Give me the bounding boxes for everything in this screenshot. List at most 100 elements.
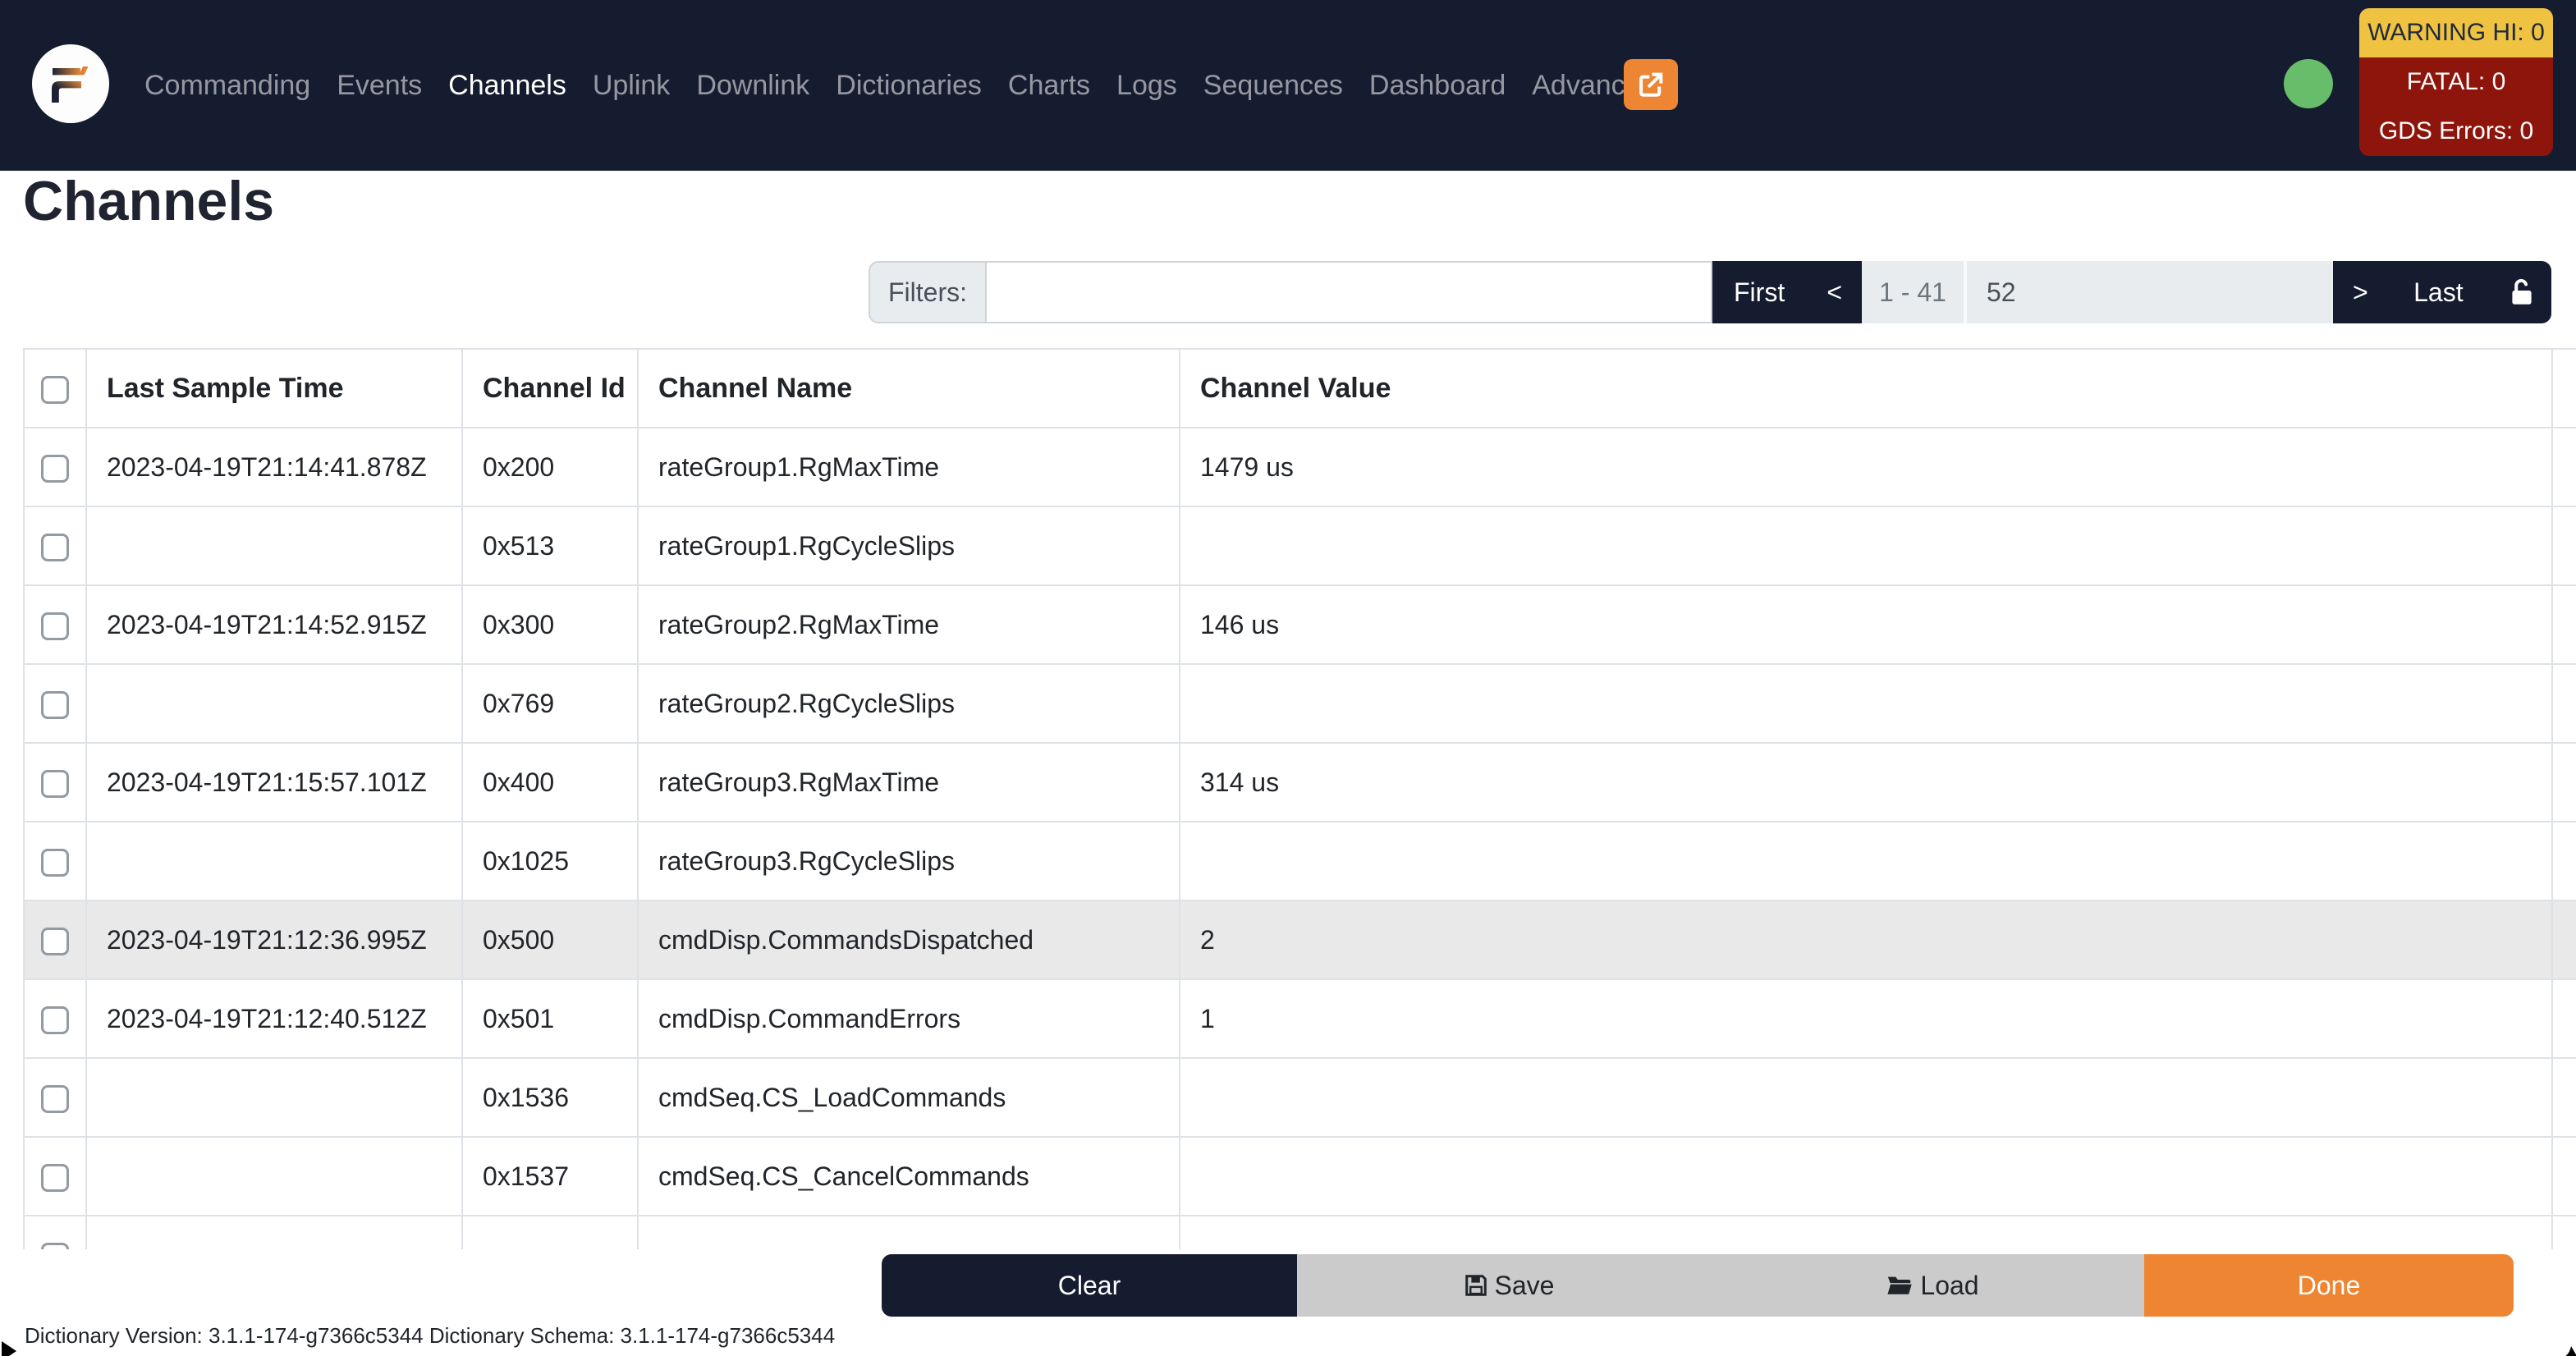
pagination-range: 1 - 41: [1862, 261, 1967, 323]
channel-id-cell: 0x1536: [461, 1057, 639, 1138]
mouse-cursor: [2565, 1346, 2576, 1356]
row-checkbox[interactable]: [41, 533, 69, 561]
pagination-next-button[interactable]: >: [2353, 277, 2368, 308]
nav-item-logs[interactable]: Logs: [1103, 70, 1190, 102]
channel-id-cell: 0x501: [461, 978, 639, 1059]
pagination-left: First <: [1712, 261, 1862, 323]
pagination-last-button[interactable]: Last: [2413, 277, 2463, 308]
header-channel-value: Channel Value: [1179, 348, 2553, 428]
channels-table-wrap: Last Sample Time Channel Id Channel Name…: [0, 348, 2576, 1249]
channels-table: Last Sample Time Channel Id Channel Name…: [23, 348, 2576, 1249]
unlock-icon[interactable]: [2509, 277, 2535, 307]
select-all-checkbox[interactable]: [41, 375, 69, 404]
row-checkbox[interactable]: [41, 1084, 69, 1113]
row-checkbox[interactable]: [41, 927, 69, 955]
channel-id-cell: 0x300: [461, 584, 639, 665]
filters-label: Filters:: [869, 261, 987, 323]
fprime-logo: [32, 44, 109, 123]
last-sample-time-cell: 2023-04-19T21:12:40.512Z: [85, 978, 463, 1059]
last-sample-time-cell: 2023-04-19T21:14:52.915Z: [85, 584, 463, 665]
dictionary-version-text: Dictionary Version: 3.1.1-174-g7366c5344…: [25, 1323, 836, 1348]
status-badge-stack: WARNING HI: 0 FATAL: 0 GDS Errors: 0: [2359, 8, 2553, 156]
external-link-icon: [1639, 72, 1663, 97]
filters-input[interactable]: [987, 261, 1712, 323]
table-row: 2023-04-19T21:12:40.512Z 0x501 cmdDisp.Com…: [23, 978, 2576, 1059]
nav-item-downlink[interactable]: Downlink: [683, 70, 823, 102]
table-row: 2023-04-19T21:14:41.878Z 0x200 rateGroup1.…: [23, 427, 2576, 507]
row-checkbox[interactable]: [41, 1242, 69, 1249]
channel-id-cell: 0x769: [461, 663, 639, 744]
table-row: 2023-04-19T21:15:57.101Z 0x400 rateGroup3.…: [23, 742, 2576, 822]
header-channel-name: Channel Name: [637, 348, 1180, 428]
table-row: 2023-04-19T21:12:36.995Z 0x500 cmdDisp.Com…: [23, 900, 2576, 980]
row-checkbox[interactable]: [41, 1006, 69, 1034]
last-sample-time-cell: 2023-04-19T21:12:36.995Z: [85, 900, 463, 980]
row-checkbox[interactable]: [41, 769, 69, 798]
header-channel-id: Channel Id: [461, 348, 639, 428]
last-sample-time-cell: 2023-04-19T21:15:57.101Z: [85, 742, 463, 822]
load-folder-icon: [1887, 1276, 1913, 1294]
channel-name-cell: rateGroup2.RgCycleSlips: [637, 663, 1180, 744]
nav-item-dashboard[interactable]: Dashboard: [1356, 70, 1519, 102]
channel-name-cell: rateGroup3.RgMaxTime: [637, 742, 1180, 822]
channel-name-cell: [637, 1215, 1180, 1249]
channel-value-cell: 1479 us: [1179, 427, 2553, 507]
load-button[interactable]: Load: [1721, 1254, 2144, 1317]
table-row: 2023-04-19T21:14:52.915Z 0x300 rateGroup2.…: [23, 584, 2576, 665]
navbar: Commanding Events Channels Uplink Downlink Di…: [0, 0, 2576, 171]
status-badge: GDS Errors: 0: [2359, 107, 2553, 156]
pagination-total-input[interactable]: [1967, 261, 2333, 323]
nav-item-dictionaries[interactable]: Dictionaries: [823, 70, 995, 102]
channel-name-cell: rateGroup2.RgMaxTime: [637, 584, 1180, 665]
filter-pagination-bar: Filters: First < 1 - 41 > Last: [869, 261, 2551, 323]
channel-name-cell: cmdSeq.CS_CancelCommands: [637, 1136, 1180, 1216]
row-checkbox[interactable]: [41, 1163, 69, 1192]
row-checkbox[interactable]: [41, 454, 69, 483]
channel-value-cell: [1179, 1215, 2553, 1249]
channel-name-cell: rateGroup3.RgCycleSlips: [637, 821, 1180, 901]
channel-id-cell: 0x200: [461, 427, 639, 507]
channel-name-cell: cmdDisp.CommandsDispatched: [637, 900, 1180, 980]
channel-name-cell: cmdDisp.CommandErrors: [637, 978, 1180, 1059]
last-sample-time-cell: [85, 1057, 463, 1138]
pagination-first-button[interactable]: First: [1734, 277, 1785, 308]
channel-id-cell: [461, 1215, 639, 1249]
nav-menu: Commanding Events Channels Uplink Downlink Di…: [131, 0, 1669, 171]
row-checkbox[interactable]: [41, 848, 69, 877]
table-row: 0x1537 cmdSeq.CS_CancelCommands: [23, 1136, 2576, 1216]
pagination-right: > Last: [2333, 261, 2551, 323]
save-button[interactable]: Save: [1297, 1254, 1721, 1317]
status-badge: WARNING HI: 0: [2359, 8, 2553, 57]
page-title: Channels: [23, 170, 275, 232]
row-checkbox[interactable]: [41, 612, 69, 640]
nav-item-commanding[interactable]: Commanding: [131, 70, 323, 102]
channel-name-cell: cmdSeq.CS_LoadCommands: [637, 1057, 1180, 1138]
nav-item-uplink[interactable]: Uplink: [580, 70, 683, 102]
nav-item-sequences[interactable]: Sequences: [1190, 70, 1356, 102]
table-header-row: Last Sample Time Channel Id Channel Name…: [23, 348, 2576, 428]
table-row: 0x769 rateGroup2.RgCycleSlips: [23, 663, 2576, 744]
save-icon: [1464, 1275, 1487, 1296]
nav-item-charts[interactable]: Charts: [995, 70, 1103, 102]
details-disclosure-triangle[interactable]: [2, 1341, 16, 1356]
done-button[interactable]: Done: [2144, 1254, 2514, 1317]
row-checkbox[interactable]: [41, 690, 69, 719]
channel-value-cell: [1179, 821, 2553, 901]
clear-button[interactable]: Clear: [882, 1254, 1297, 1317]
table-row: [23, 1215, 2576, 1249]
channel-value-cell: [1179, 506, 2553, 586]
gds-channels-page: Commanding Events Channels Uplink Downlink Di…: [0, 0, 2576, 1356]
channel-value-cell: [1179, 1136, 2553, 1216]
last-sample-time-cell: [85, 1136, 463, 1216]
table-row: 0x513 rateGroup1.RgCycleSlips: [23, 506, 2576, 586]
channel-id-cell: 0x1025: [461, 821, 639, 901]
last-sample-time-cell: [85, 821, 463, 901]
channel-id-cell: 0x513: [461, 506, 639, 586]
nav-item-channels[interactable]: Channels: [435, 70, 580, 102]
channel-value-cell: [1179, 663, 2553, 744]
channel-name-cell: rateGroup1.RgMaxTime: [637, 427, 1180, 507]
nav-item-events[interactable]: Events: [323, 70, 435, 102]
open-new-window-button[interactable]: [1624, 59, 1678, 110]
channel-name-cell: rateGroup1.RgCycleSlips: [637, 506, 1180, 586]
pagination-prev-button[interactable]: <: [1827, 277, 1842, 308]
